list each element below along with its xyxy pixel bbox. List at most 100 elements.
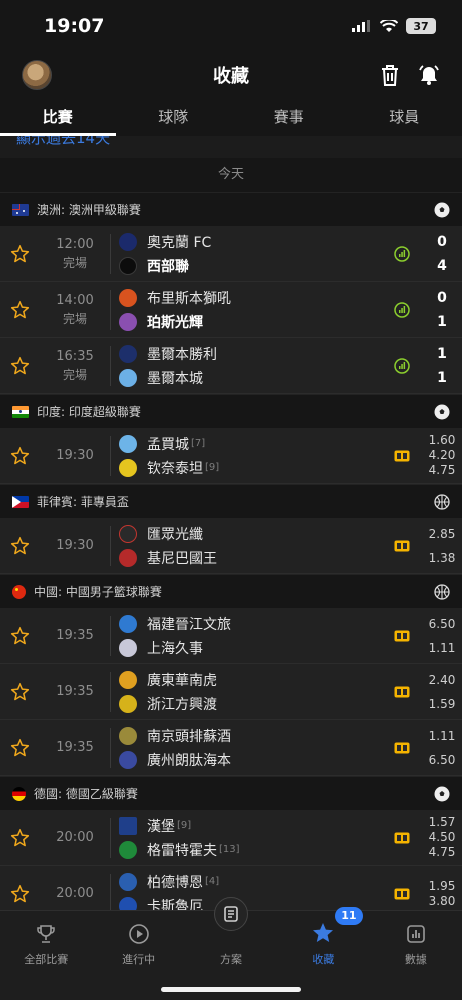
home-team: 奧克蘭 FC xyxy=(147,234,212,251)
match-row[interactable]: 20:00 漢堡 [9] 格雷特霍夫 [13] 1.57 4.50 4.75 xyxy=(0,810,462,866)
home-team: 南京頭排蘇酒 xyxy=(147,728,231,745)
nav-plans[interactable]: 方案 xyxy=(185,897,277,973)
favorite-star-icon[interactable] xyxy=(10,682,30,702)
favorite-star-icon[interactable] xyxy=(10,356,30,376)
avatar[interactable] xyxy=(22,60,52,90)
wifi-icon xyxy=(380,19,398,32)
odds-value: 6.50 xyxy=(428,616,456,631)
tab-competitions[interactable]: 賽事 xyxy=(231,100,347,136)
favorites-count-badge: 11 xyxy=(335,907,363,925)
match-time: 19:30 xyxy=(56,537,94,553)
odds-icon[interactable] xyxy=(394,888,410,900)
home-rank: [7] xyxy=(191,438,206,449)
favorite-star-icon[interactable] xyxy=(10,536,30,556)
match-list[interactable]: 顯示過去14天 今天 澳洲: 澳洲甲級聯賽 12:00 完場 奧克蘭 FC 西部… xyxy=(0,136,462,910)
home-team: 漢堡 xyxy=(147,818,175,835)
show-past-toggle[interactable]: 顯示過去14天 xyxy=(0,136,462,158)
match-row[interactable]: 19:35 福建晉江文旅 上海久事 6.50 1.11 xyxy=(0,608,462,664)
bar-chart-icon xyxy=(407,925,425,943)
nav-label: 進行中 xyxy=(122,953,156,966)
away-team: 格雷特霍夫 xyxy=(147,842,217,859)
team-logo xyxy=(119,750,137,769)
home-score: 1 xyxy=(437,345,447,362)
nav-favorites[interactable]: 11 收藏 xyxy=(277,907,369,973)
tab-teams[interactable]: 球隊 xyxy=(116,100,232,136)
match-row[interactable]: 19:35 廣東華南虎 浙江方興渡 2.40 1.59 xyxy=(0,664,462,720)
match-time: 19:35 xyxy=(56,683,94,699)
bell-icon[interactable] xyxy=(418,64,440,86)
team-logo xyxy=(119,872,137,891)
match-row[interactable]: 19:30 匯眾光纖 基尼巴國王 2.85 1.38 xyxy=(0,518,462,574)
match-time: 19:35 xyxy=(56,739,94,755)
league-header[interactable]: 菲律賓: 菲專員盃 xyxy=(0,484,462,518)
tab-matches[interactable]: 比賽 xyxy=(0,100,116,136)
away-score: 4 xyxy=(437,257,447,274)
home-indicator xyxy=(161,987,301,992)
odds-icon[interactable] xyxy=(394,686,410,698)
india-flag-icon xyxy=(12,405,29,418)
away-team: 廣州朗肽海本 xyxy=(147,752,231,769)
favorite-star-icon[interactable] xyxy=(10,828,30,848)
favorite-star-icon[interactable] xyxy=(10,446,30,466)
team-logo xyxy=(119,344,137,363)
favorite-star-icon[interactable] xyxy=(10,244,30,264)
odds-value: 6.50 xyxy=(428,752,456,767)
match-row[interactable]: 16:35 完場 墨爾本勝利 墨爾本城 1 1 xyxy=(0,338,462,394)
germany-flag-icon xyxy=(12,786,26,801)
favorite-star-icon[interactable] xyxy=(10,738,30,758)
league-name: 中國: 中國男子籃球聯賽 xyxy=(34,585,162,599)
live-stats-icon[interactable] xyxy=(394,301,410,318)
match-status: 完場 xyxy=(62,367,87,382)
nav-live[interactable]: 進行中 xyxy=(92,911,184,973)
odds-icon[interactable] xyxy=(394,742,410,754)
league-header[interactable]: 印度: 印度超級聯賽 xyxy=(0,394,462,428)
odds-value: 2.40 xyxy=(428,672,456,687)
signal-icon xyxy=(352,20,370,32)
odds-icon[interactable] xyxy=(394,630,410,642)
match-row[interactable]: 19:35 南京頭排蘇酒 廣州朗肽海本 1.11 6.50 xyxy=(0,720,462,776)
away-team: 珀斯光輝 xyxy=(147,314,203,331)
odds-icon[interactable] xyxy=(394,450,410,462)
nav-label: 收藏 xyxy=(312,953,335,966)
away-team: 卡斯魯厄 xyxy=(147,898,203,911)
favorite-star-icon[interactable] xyxy=(10,884,30,904)
league-header[interactable]: 德國: 德國乙級聯賽 xyxy=(0,776,462,810)
nav-label: 全部比賽 xyxy=(24,953,69,966)
league-header[interactable]: 澳洲: 澳洲甲級聯賽 xyxy=(0,192,462,226)
trash-icon[interactable] xyxy=(380,64,400,86)
basketball-icon xyxy=(434,583,450,600)
team-logo xyxy=(119,548,137,567)
live-stats-icon[interactable] xyxy=(394,357,410,374)
nav-all-matches[interactable]: 全部比賽 xyxy=(0,911,92,973)
match-row[interactable]: 12:00 完場 奧克蘭 FC 西部聯 0 4 xyxy=(0,226,462,282)
match-time: 16:35 xyxy=(56,348,94,364)
match-row[interactable]: 14:00 完場 布里斯本獅吼 珀斯光輝 0 1 xyxy=(0,282,462,338)
odds-icon[interactable] xyxy=(394,540,410,552)
league-name: 印度: 印度超級聯賽 xyxy=(37,405,141,419)
team-logo xyxy=(119,840,137,859)
match-time: 14:00 xyxy=(56,292,94,308)
favorite-star-icon[interactable] xyxy=(10,300,30,320)
team-logo xyxy=(119,694,137,713)
bottom-nav: 全部比賽 進行中 方案 11 收藏 數據 xyxy=(0,897,462,1000)
tab-players[interactable]: 球員 xyxy=(347,100,462,136)
league-header[interactable]: 中國: 中國男子籃球聯賽 xyxy=(0,574,462,608)
nav-label: 方案 xyxy=(220,953,243,966)
home-team: 墨爾本勝利 xyxy=(147,346,217,363)
home-team: 匯眾光纖 xyxy=(147,526,203,543)
team-logo xyxy=(119,232,137,251)
home-team: 孟買城 xyxy=(147,436,189,453)
home-rank: [4] xyxy=(205,876,220,887)
away-rank: [13] xyxy=(219,844,240,855)
nav-data[interactable]: 數據 xyxy=(370,911,462,973)
home-score: 0 xyxy=(437,289,447,306)
match-row[interactable]: 19:30 孟買城 [7] 钦奈泰坦 [9] 1.60 4.20 4.75 xyxy=(0,428,462,484)
nav-bar: 收藏 xyxy=(0,52,462,98)
favorite-star-icon[interactable] xyxy=(10,626,30,646)
odds-icon[interactable] xyxy=(394,832,410,844)
live-stats-icon[interactable] xyxy=(394,245,410,262)
odds-value: 4.50 xyxy=(428,830,456,844)
philippines-flag-icon xyxy=(12,495,29,508)
china-flag-icon xyxy=(12,584,26,599)
team-logo xyxy=(119,638,137,657)
